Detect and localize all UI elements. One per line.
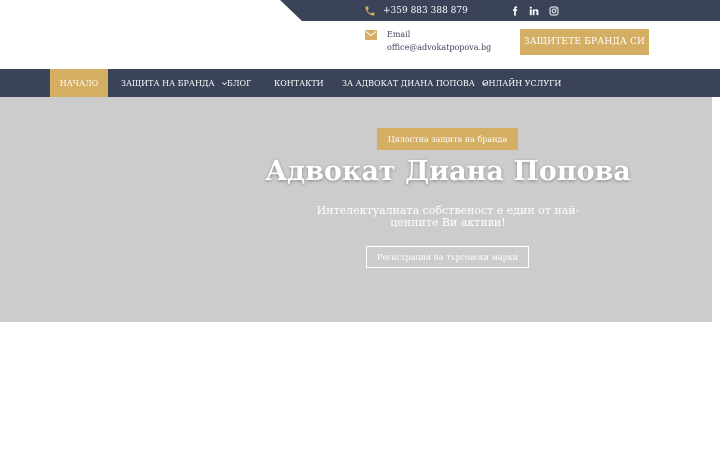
trademark-registration-button[interactable]: Регистрация на търговски марки <box>366 246 529 268</box>
instagram-link[interactable] <box>547 3 561 18</box>
facebook-icon <box>512 5 518 16</box>
phone-number: +359 883 388 879 <box>383 5 468 16</box>
nav-item-label: БЛОГ <box>227 78 252 88</box>
nav-item-label: ЗА АДВОКАТ ДИАНА ПОПОВА <box>342 78 475 88</box>
nav-item-brand-protection[interactable]: ЗАЩИТА НА БРАНДА <box>121 69 228 97</box>
nav-item-label: КОНТАКТИ <box>274 78 324 88</box>
linkedin-link[interactable] <box>527 3 541 18</box>
nav-item-online-services[interactable]: ОНЛАЙН УСЛУГИ <box>482 69 561 97</box>
nav-item-about[interactable]: ЗА АДВОКАТ ДИАНА ПОПОВА <box>342 69 488 97</box>
main-navigation: НАЧАЛО ЗАЩИТА НА БРАНДА БЛОГ КОНТАКТИ ЗА… <box>0 69 720 97</box>
page-edge <box>712 97 720 322</box>
nav-item-label: ОНЛАЙН УСЛУГИ <box>482 78 562 88</box>
facebook-link[interactable] <box>509 3 521 18</box>
hero-badge: Цялостна защита на бранда <box>377 128 518 150</box>
email-label: Email <box>387 30 411 39</box>
envelope-icon <box>365 30 377 40</box>
nav-item-label: НАЧАЛО <box>59 78 99 88</box>
nav-item-blog[interactable]: БЛОГ <box>227 69 251 97</box>
hero-subtitle: Интелектуалната собственост е един от на… <box>316 204 580 229</box>
nav-item-label: ЗАЩИТА НА БРАНДА <box>121 78 215 88</box>
email-address[interactable]: office@advokatpopova.bg <box>387 43 491 52</box>
top-bar-background <box>280 0 720 21</box>
top-bar: +359 883 388 879 <box>0 0 720 21</box>
hero-title: Адвокат Диана Попова <box>265 156 631 187</box>
phone-icon <box>365 6 375 15</box>
instagram-icon <box>549 6 559 15</box>
nav-item-contacts[interactable]: КОНТАКТИ <box>274 69 324 97</box>
linkedin-icon <box>529 6 539 15</box>
phone-contact[interactable]: +359 883 388 879 <box>364 3 468 18</box>
nav-item-home[interactable]: НАЧАЛО <box>50 69 108 97</box>
protect-brand-button[interactable]: ЗАЩИТЕТЕ БРАНДА СИ <box>520 29 649 55</box>
